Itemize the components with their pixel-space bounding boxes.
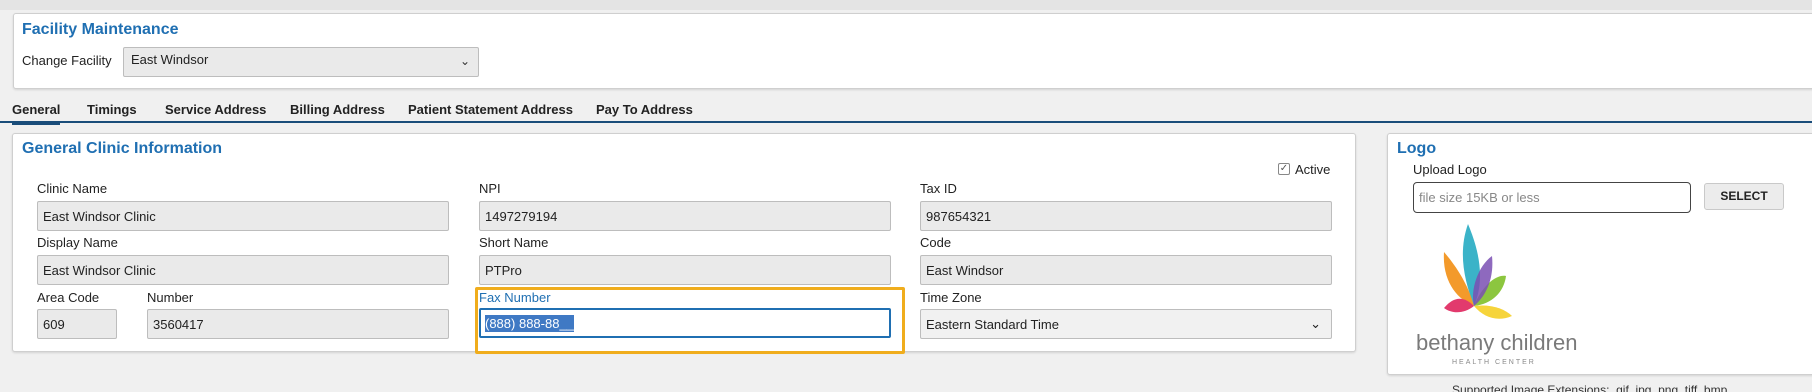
npi-label: NPI	[479, 181, 501, 196]
upload-logo-label: Upload Logo	[1413, 162, 1487, 177]
supported-extensions-note: Supported Image Extensions: .gif .jpg .p…	[1452, 383, 1728, 392]
code-label: Code	[920, 235, 952, 250]
logo-panel: Logo Upload Logo file size 15KB or less …	[1387, 133, 1812, 375]
logo-brand-name: bethany children's	[1416, 330, 1578, 355]
fax-number-selected-text: (888) 888-88__	[485, 315, 574, 332]
upload-logo-placeholder: file size 15KB or less	[1419, 190, 1540, 205]
tab-bar: General Timings Service Address Billing …	[0, 96, 1812, 125]
logo-brand-sub: HEALTH CENTER	[1452, 359, 1536, 366]
upload-logo-input[interactable]: file size 15KB or less	[1413, 182, 1691, 213]
fax-number-field[interactable]: (888) 888-88__	[479, 308, 891, 338]
chevron-down-icon: ⌄	[1310, 316, 1321, 331]
page-title: Facility Maintenance	[22, 21, 179, 38]
tab-service-address[interactable]: Service Address	[165, 102, 266, 122]
clinic-name-field[interactable]: East Windsor Clinic	[37, 201, 449, 231]
active-label: Active	[1295, 162, 1331, 177]
npi-field[interactable]: 1497279194	[479, 201, 891, 231]
time-zone-label: Time Zone	[920, 290, 982, 305]
tab-general[interactable]: General	[12, 102, 61, 125]
short-name-label: Short Name	[479, 235, 549, 250]
select-file-button[interactable]: SELECT	[1704, 183, 1784, 210]
facility-select[interactable]: East Windsor ⌄	[123, 47, 479, 77]
tax-id-label: Tax ID	[920, 181, 957, 196]
tab-patient-statement-address[interactable]: Patient Statement Address	[408, 102, 573, 122]
general-section-title: General Clinic Information	[22, 140, 223, 157]
number-field[interactable]: 3560417	[147, 309, 449, 339]
tab-pay-to-address[interactable]: Pay To Address	[596, 102, 693, 122]
facility-select-value: East Windsor	[131, 52, 209, 67]
tab-billing-address[interactable]: Billing Address	[290, 102, 385, 122]
bethany-childrens-logo: bethany children's HEALTH CENTER	[1416, 224, 1578, 366]
change-facility-label: Change Facility	[22, 53, 112, 68]
chevron-down-icon: ⌄	[459, 54, 470, 68]
display-name-label: Display Name	[37, 235, 118, 250]
display-name-field[interactable]: East Windsor Clinic	[37, 255, 449, 285]
tab-timings[interactable]: Timings	[87, 102, 137, 122]
tax-id-field[interactable]: 987654321	[920, 201, 1332, 231]
fax-number-label: Fax Number	[479, 290, 551, 305]
code-field[interactable]: East Windsor	[920, 255, 1332, 285]
facility-header-panel: Facility Maintenance Change Facility Eas…	[13, 13, 1812, 89]
short-name-field[interactable]: PTPro	[479, 255, 891, 285]
area-code-field[interactable]: 609	[37, 309, 117, 339]
area-code-label: Area Code	[37, 290, 100, 305]
clinic-name-label: Clinic Name	[37, 181, 108, 196]
general-clinic-info-panel: General Clinic Information ✓ Active Clin…	[12, 133, 1356, 352]
logo-section-title: Logo	[1397, 140, 1437, 157]
time-zone-value: Eastern Standard Time	[926, 317, 1059, 332]
time-zone-select[interactable]: Eastern Standard Time ⌄	[920, 309, 1332, 339]
active-checkbox[interactable]: ✓	[1278, 163, 1290, 175]
top-strip	[0, 0, 1812, 10]
number-label: Number	[147, 290, 194, 305]
